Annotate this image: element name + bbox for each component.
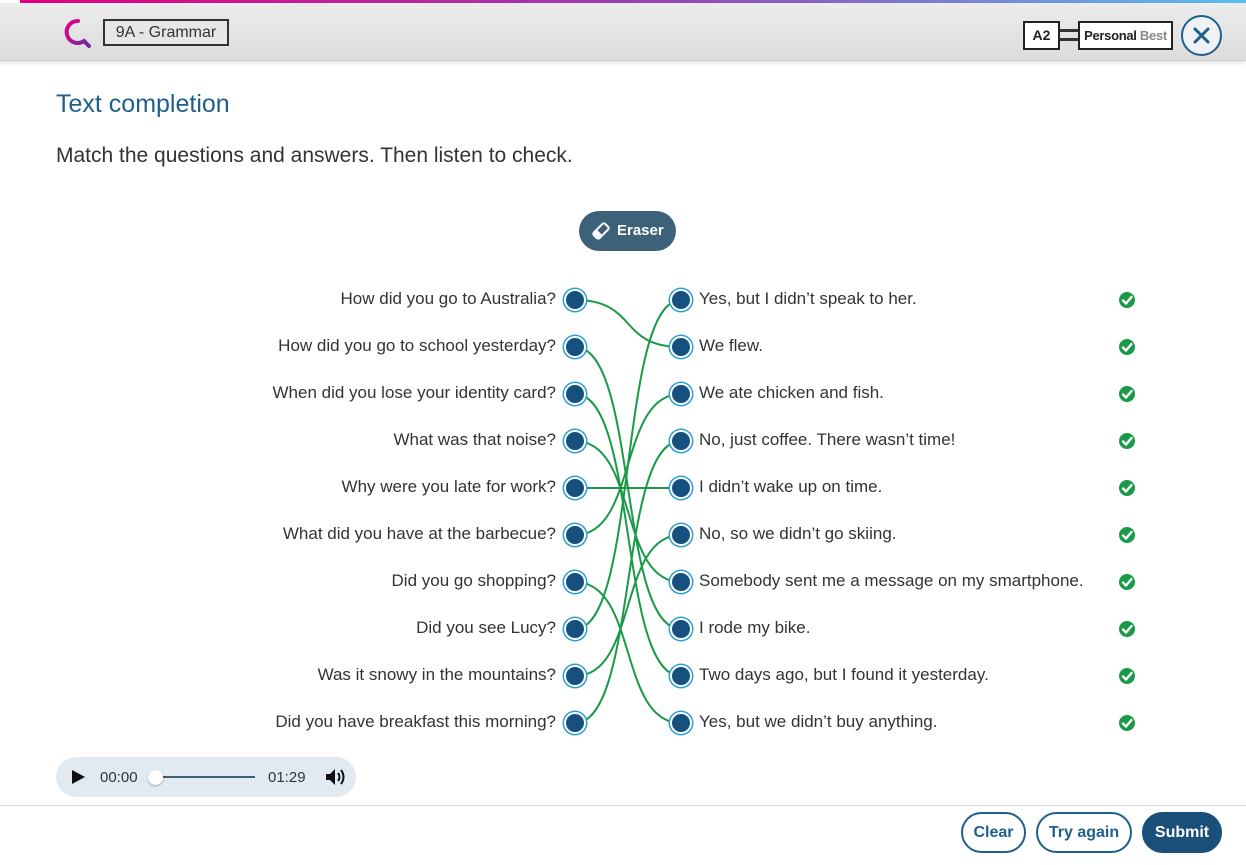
question-text: Was it snowy in the mountains? bbox=[317, 665, 556, 684]
answer-text: I didn’t wake up on time. bbox=[699, 477, 883, 496]
submit-button[interactable]: Submit bbox=[1142, 812, 1222, 853]
question-connector-dot[interactable] bbox=[564, 524, 586, 546]
question-connector-dot[interactable] bbox=[564, 477, 586, 499]
answer-connector-dot[interactable] bbox=[670, 336, 692, 358]
answer-connector-dot[interactable] bbox=[670, 665, 692, 687]
answer-connector-dot[interactable] bbox=[670, 712, 692, 734]
clear-button[interactable]: Clear bbox=[961, 812, 1026, 853]
check-circle-icon bbox=[1119, 292, 1135, 308]
question-connector-dot[interactable] bbox=[564, 571, 586, 593]
eraser-label: Eraser bbox=[617, 222, 664, 239]
match-line bbox=[574, 299, 682, 348]
answer-connector-dot[interactable] bbox=[670, 618, 692, 640]
answer-connector-dot[interactable] bbox=[670, 289, 692, 311]
level-connector bbox=[1060, 29, 1079, 41]
unit-label: 9A - Grammar bbox=[103, 19, 229, 46]
audio-current-time: 00:00 bbox=[100, 769, 138, 786]
volume-icon[interactable] bbox=[324, 767, 348, 787]
question-connector-dot[interactable] bbox=[564, 336, 586, 358]
activity-instruction: Match the questions and answers. Then li… bbox=[56, 144, 573, 167]
close-icon bbox=[1193, 27, 1210, 44]
header-bar: 9A - Grammar A2 Personal Best bbox=[0, 3, 1246, 61]
audio-player: 00:00 01:29 bbox=[56, 757, 356, 797]
question-connector-dot[interactable] bbox=[564, 289, 586, 311]
question-text: How did you go to school yesterday? bbox=[278, 336, 556, 355]
activity-title: Text completion bbox=[56, 90, 230, 118]
match-line bbox=[574, 346, 682, 630]
match-line bbox=[574, 440, 682, 724]
match-line bbox=[574, 534, 682, 677]
answer-connector-dot[interactable] bbox=[670, 430, 692, 452]
check-circle-icon bbox=[1119, 480, 1135, 496]
answer-text: Yes, but we didn’t buy anything. bbox=[699, 712, 938, 731]
answer-text: I rode my bike. bbox=[699, 618, 811, 637]
question-text: What did you have at the barbecue? bbox=[282, 524, 556, 543]
match-line bbox=[574, 393, 682, 536]
answer-text: Yes, but I didn’t speak to her. bbox=[699, 289, 917, 308]
answer-text: Two days ago, but I found it yesterday. bbox=[699, 665, 989, 684]
brand-logo-icon bbox=[64, 18, 91, 48]
answer-text: No, so we didn’t go skiing. bbox=[699, 524, 897, 543]
match-line bbox=[574, 440, 682, 583]
play-icon[interactable] bbox=[70, 769, 86, 785]
check-circle-icon bbox=[1119, 339, 1135, 355]
answer-connector-dot[interactable] bbox=[670, 477, 692, 499]
question-connector-dot[interactable] bbox=[564, 383, 586, 405]
check-circle-icon bbox=[1119, 433, 1135, 449]
question-connector-dot[interactable] bbox=[564, 712, 586, 734]
audio-total-time: 01:29 bbox=[268, 769, 306, 786]
match-line bbox=[574, 393, 682, 677]
check-circle-icon bbox=[1119, 386, 1135, 402]
answer-connector-dot[interactable] bbox=[670, 571, 692, 593]
try-again-button[interactable]: Try again bbox=[1036, 812, 1132, 853]
check-circle-icon bbox=[1119, 668, 1135, 684]
brand-badge: Personal Best bbox=[1078, 21, 1173, 50]
match-line bbox=[574, 581, 682, 724]
brand-accent-text: Best bbox=[1139, 28, 1167, 43]
check-circle-icon bbox=[1119, 574, 1135, 590]
answer-text: Somebody sent me a message on my smartph… bbox=[699, 571, 1084, 590]
match-line bbox=[574, 299, 682, 630]
question-connector-dot[interactable] bbox=[564, 665, 586, 687]
audio-progress-knob[interactable] bbox=[148, 770, 163, 785]
match-lines bbox=[574, 299, 682, 724]
answer-text: We ate chicken and fish. bbox=[699, 383, 884, 402]
check-circle-icon bbox=[1119, 621, 1135, 637]
level-badge: A2 bbox=[1023, 21, 1060, 50]
question-connector-dot[interactable] bbox=[564, 430, 586, 452]
question-text: How did you go to Australia? bbox=[340, 289, 556, 308]
check-circle-icon bbox=[1119, 527, 1135, 543]
eraser-button[interactable]: Eraser bbox=[579, 211, 676, 251]
question-text: Did you have breakfast this morning? bbox=[275, 712, 556, 731]
answer-connector-dot[interactable] bbox=[670, 383, 692, 405]
question-text: What was that noise? bbox=[393, 430, 556, 449]
close-button[interactable] bbox=[1181, 15, 1222, 56]
eraser-icon bbox=[592, 222, 610, 240]
question-text: Why were you late for work? bbox=[341, 477, 556, 496]
brand-main-text: Personal bbox=[1084, 28, 1137, 43]
question-text: Did you see Lucy? bbox=[416, 618, 556, 637]
question-text: When did you lose your identity card? bbox=[272, 383, 557, 402]
check-circle-icon bbox=[1119, 715, 1135, 731]
answer-connector-dot[interactable] bbox=[670, 524, 692, 546]
question-text: Did you go shopping? bbox=[391, 571, 556, 590]
answer-text: No, just coffee. There wasn’t time! bbox=[699, 430, 956, 449]
question-connector-dot[interactable] bbox=[564, 618, 586, 640]
answer-text: We flew. bbox=[699, 336, 763, 355]
audio-progress-track[interactable] bbox=[157, 776, 255, 778]
